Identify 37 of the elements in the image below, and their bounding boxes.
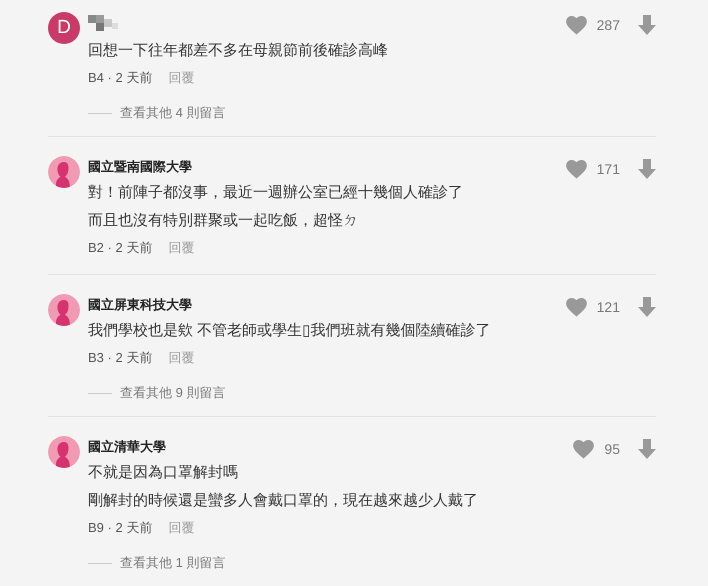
like-count: 171 — [596, 161, 620, 177]
reply-link[interactable]: 回覆 — [168, 235, 194, 261]
down-arrow-icon[interactable] — [638, 439, 656, 459]
view-more-replies-link[interactable]: 查看其他 4 則留言 — [88, 103, 656, 123]
view-more-replies-link[interactable]: 查看其他 9 則留言 — [88, 383, 656, 403]
reply-link[interactable]: 回覆 — [168, 345, 194, 371]
heart-icon[interactable] — [566, 298, 587, 316]
avatar-icon — [48, 294, 80, 326]
comment-text: 不就是因為口罩解封嗎 — [88, 463, 239, 483]
comment-text: 對！前陣子都沒事，最近一週辦公室已經十幾個人確診了 — [88, 183, 464, 203]
comment-text: 而且也沒有特別群聚或一起吃飯，超怪ㄉ — [88, 211, 359, 231]
down-arrow-icon[interactable] — [638, 297, 656, 317]
floor-and-time: B4 · 2 天前 — [88, 69, 152, 87]
floor-and-time: B9 · 2 天前 — [88, 519, 152, 537]
author-name: 國立暨南國際大學 — [88, 158, 193, 176]
reply-link[interactable]: 回覆 — [168, 515, 194, 541]
author-name: 國立屏東科技大學 — [88, 296, 193, 314]
avatar-icon — [48, 436, 80, 468]
down-arrow-icon[interactable] — [638, 159, 656, 179]
reply-link[interactable]: 回覆 — [168, 65, 194, 91]
like-count: 95 — [604, 441, 620, 457]
comment-text: 剛解封的時候還是蠻多人會戴口罩的，現在越來越少人戴了 — [88, 491, 479, 511]
hidden-name-mosaic — [88, 15, 118, 31]
comment-text: 我們學校也是欸 不管老師或學生▯我們班就有幾個陸續確診了 — [88, 321, 492, 341]
heart-icon[interactable] — [566, 16, 587, 34]
author-name: 國立清華大學 — [88, 438, 167, 456]
heart-icon[interactable] — [573, 440, 594, 458]
user-avatar: D — [48, 12, 80, 44]
floor-and-time: B2 · 2 天前 — [88, 239, 152, 257]
down-arrow-icon[interactable] — [638, 15, 656, 35]
heart-icon[interactable] — [566, 160, 587, 178]
avatar-icon — [48, 156, 80, 188]
like-count: 287 — [596, 17, 620, 33]
comment-text: 回想一下往年都差不多在母親節前後確診高峰 — [88, 41, 389, 61]
floor-and-time: B3 · 2 天前 — [88, 349, 152, 367]
like-count: 121 — [596, 299, 620, 315]
view-more-replies-link[interactable]: 查看其他 1 則留言 — [88, 553, 656, 573]
